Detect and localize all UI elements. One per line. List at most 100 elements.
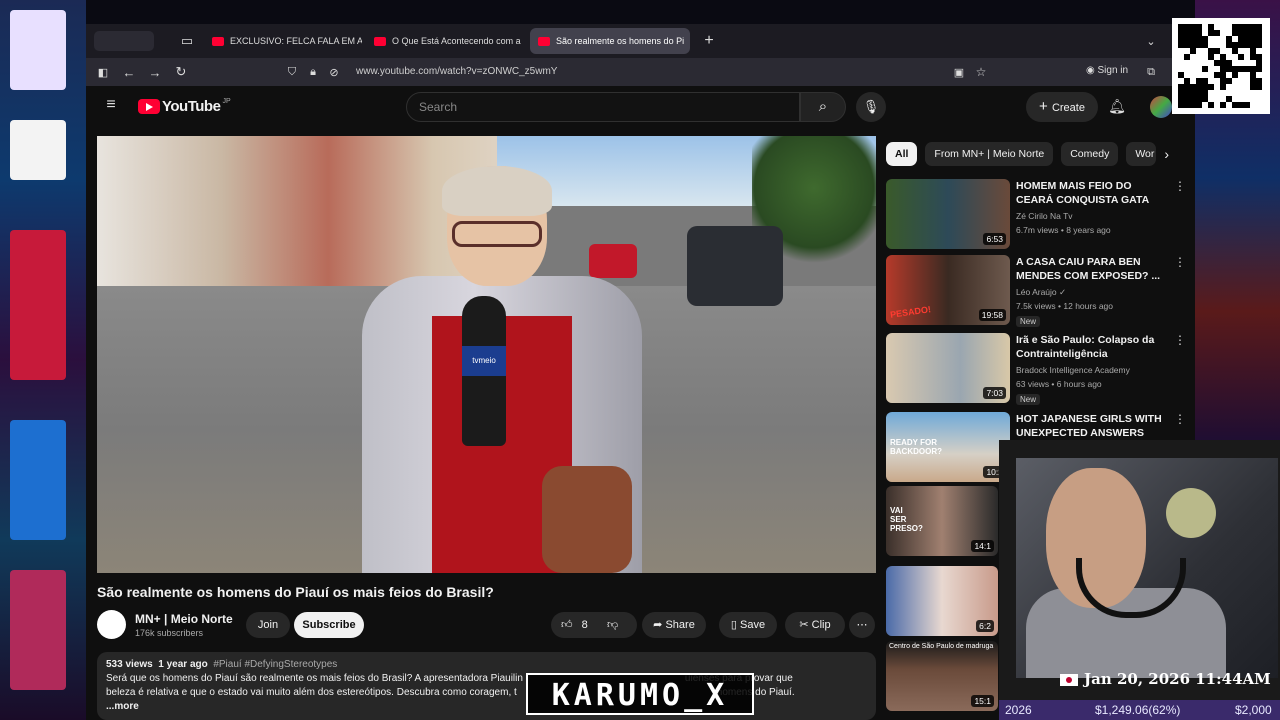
ticker-progress: $1,249.06(62%) xyxy=(1095,703,1181,717)
create-button[interactable]: + Create xyxy=(1026,92,1098,122)
scissors-icon: ✂ xyxy=(799,619,812,631)
thumbnail-text: PESADO! xyxy=(889,304,932,320)
more-options-kebab-icon[interactable]: ⋮ xyxy=(1174,333,1186,347)
search-icon[interactable]: ⌕ xyxy=(800,92,846,122)
more-options-kebab-icon[interactable]: ⋮ xyxy=(1174,179,1186,193)
reload-icon[interactable]: ↻ xyxy=(168,64,194,80)
neon-sign xyxy=(10,230,66,380)
hamburger-menu-icon[interactable]: ≡ xyxy=(98,96,124,114)
chip-from-channel[interactable]: From MN+ | Meio Norte xyxy=(925,142,1054,166)
duration-badge: 15:1 xyxy=(971,695,994,707)
description-text: beleza é relativa e que o estado vai mui… xyxy=(106,687,517,698)
webcam-feed xyxy=(1016,458,1278,678)
tracking-icon[interactable]: ⊘ xyxy=(321,66,347,79)
chip-comedy[interactable]: Comedy xyxy=(1061,142,1119,166)
mic-flag: tvmeio xyxy=(462,346,506,376)
back-icon[interactable]: ← xyxy=(116,65,142,80)
more-actions-icon[interactable]: ⋯ xyxy=(849,612,875,638)
tab-overview-icon[interactable]: ▭ xyxy=(174,33,200,49)
chip-truncated[interactable]: Wor xyxy=(1126,142,1157,166)
video-frame-reporter: tvmeio xyxy=(362,166,642,573)
voice-search-mic-icon[interactable]: 🎙︎ xyxy=(856,92,886,122)
recommendation-title[interactable]: HOMEM MAIS FEIO DO CEARÁ CONQUISTA GATA xyxy=(1016,179,1164,207)
video-thumbnail[interactable]: 6:53 xyxy=(886,179,1010,249)
bookmark-star-icon[interactable]: ☆ xyxy=(968,65,994,79)
video-thumbnail[interactable]: READY FOR BACKDOOR? 10:2 xyxy=(886,412,1010,482)
share-button[interactable]: ➦ Share xyxy=(642,612,706,638)
qr-module xyxy=(1184,54,1190,60)
recommendation-title[interactable]: HOT JAPANESE GIRLS WITH UNEXPECTED ANSWE… xyxy=(1016,412,1164,440)
save-bookmark-icon: ▯ xyxy=(730,619,741,631)
more-options-kebab-icon[interactable]: ⋮ xyxy=(1174,412,1186,426)
subscribe-button[interactable]: Subscribe xyxy=(294,612,364,638)
more-options-kebab-icon[interactable]: ⋮ xyxy=(1174,255,1186,269)
channel-name[interactable]: MN+ | Meio Norte xyxy=(135,612,233,626)
account-avatar[interactable] xyxy=(1150,96,1172,118)
tab-bar: ▭ EXCLUSIVO: FELCA FALA EM AL ✕ O Que Es… xyxy=(86,24,1195,58)
share-label: Share xyxy=(665,619,695,631)
tab-label: São realmente os homens do Pi xyxy=(556,36,685,46)
channel-avatar[interactable] xyxy=(97,610,126,639)
duration-badge: 14:1 xyxy=(971,540,994,552)
channel-action-row: MN+ | Meio Norte 176k subscribers Join S… xyxy=(97,609,876,641)
youtube-play-logo-icon xyxy=(138,99,160,114)
youtube-logo[interactable]: YouTube JP xyxy=(138,98,231,115)
chips-next-chevron-icon[interactable]: › xyxy=(1164,142,1169,166)
video-title: São realmente os homens do Piauí os mais… xyxy=(97,584,494,600)
notifications-bell-icon[interactable]: 🔔︎ xyxy=(1104,98,1130,115)
video-thumbnail[interactable]: Centro de São Paulo de madruga 15:1 xyxy=(886,641,998,711)
recommendation-item[interactable]: PESADO! 19:58 A CASA CAIU PARA BEN MENDE… xyxy=(886,255,1186,327)
qr-module xyxy=(1256,42,1262,48)
tab-3-active[interactable]: São realmente os homens do Pi ✕ xyxy=(530,28,690,54)
like-thumb-icon[interactable]: 👍︎ xyxy=(561,619,573,631)
recommendation-title[interactable]: A CASA CAIU PARA BEN MENDES COM EXPOSED?… xyxy=(1016,255,1164,283)
qr-module xyxy=(1256,84,1262,90)
recommendation-title[interactable]: Irã e São Paulo: Colapso da Contrainteli… xyxy=(1016,333,1164,361)
sidebar-toggle[interactable] xyxy=(94,31,154,51)
youtube-favicon-icon xyxy=(212,36,224,46)
video-thumbnail[interactable]: 7:03 xyxy=(886,333,1010,403)
video-thumbnail[interactable]: 6:2 xyxy=(886,566,998,636)
tab-label: EXCLUSIVO: FELCA FALA EM AL xyxy=(230,36,362,46)
video-thumbnail[interactable]: VAI SER PRESO? 14:1 xyxy=(886,486,998,556)
sign-in-button[interactable]: ◉ Sign in xyxy=(1086,65,1128,76)
video-thumbnail[interactable]: PESADO! 19:58 xyxy=(886,255,1010,325)
sidebar-icon[interactable]: ◧ xyxy=(90,66,116,79)
moon-decoration xyxy=(1166,488,1216,538)
like-count: 8 xyxy=(581,619,588,631)
qr-module xyxy=(1190,48,1196,54)
tab-list-chevron-icon[interactable]: ⌄ xyxy=(1138,35,1164,48)
save-label: Save xyxy=(740,619,766,631)
chip-all[interactable]: All xyxy=(886,142,918,166)
video-player[interactable]: tvmeio xyxy=(97,136,876,573)
qr-module xyxy=(1226,78,1232,84)
recommendation-meta: 6.7m views • 8 years ago xyxy=(1016,225,1111,235)
recommendation-item[interactable]: 7:03 Irã e São Paulo: Colapso da Contrai… xyxy=(886,333,1186,405)
tab-1[interactable]: EXCLUSIVO: FELCA FALA EM AL ✕ xyxy=(204,28,362,54)
qr-module xyxy=(1232,72,1238,78)
dislike-thumb-icon[interactable]: 👎︎ xyxy=(607,612,618,638)
save-button[interactable]: ▯ Save xyxy=(719,612,777,638)
recommendation-channel[interactable]: Bradock Intelligence Academy xyxy=(1016,365,1130,375)
filter-chips: All From MN+ | Meio Norte Comedy Wor › xyxy=(886,142,1169,166)
recommendation-item[interactable]: 6:53 HOMEM MAIS FEIO DO CEARÁ CONQUISTA … xyxy=(886,179,1186,251)
clip-button[interactable]: ✂ Clip xyxy=(785,612,845,638)
region-code: JP xyxy=(222,98,231,105)
address-bar[interactable]: www.youtube.com/watch?v=zONWC_z5wmY xyxy=(356,60,557,84)
thumbnail-text: VAI SER PRESO? xyxy=(890,506,923,533)
youtube-favicon-icon xyxy=(374,36,386,46)
recommendation-meta: 63 views • 6 hours ago xyxy=(1016,379,1102,389)
extensions-icon[interactable]: ⧉ xyxy=(1138,66,1164,79)
tab-2[interactable]: O Que Está Acontecendo com a ✕ xyxy=(366,28,526,54)
hashtags[interactable]: #Piauí #DefyingStereotypes xyxy=(213,659,337,670)
recommendation-channel[interactable]: Léo Araújo ✓ xyxy=(1016,287,1066,298)
duration-badge: 6:2 xyxy=(976,620,994,632)
new-tab-icon[interactable]: + xyxy=(696,32,722,50)
description-box[interactable]: 533 views 1 year ago #Piauí #DefyingSter… xyxy=(97,652,876,720)
recommendation-channel[interactable]: Zé Cirilo Na Tv xyxy=(1016,211,1073,221)
search-input[interactable]: Search xyxy=(406,92,800,122)
left-background-art xyxy=(0,0,86,720)
join-button[interactable]: Join xyxy=(246,612,290,638)
forward-icon[interactable]: → xyxy=(142,65,168,80)
qr-module xyxy=(1202,66,1208,72)
